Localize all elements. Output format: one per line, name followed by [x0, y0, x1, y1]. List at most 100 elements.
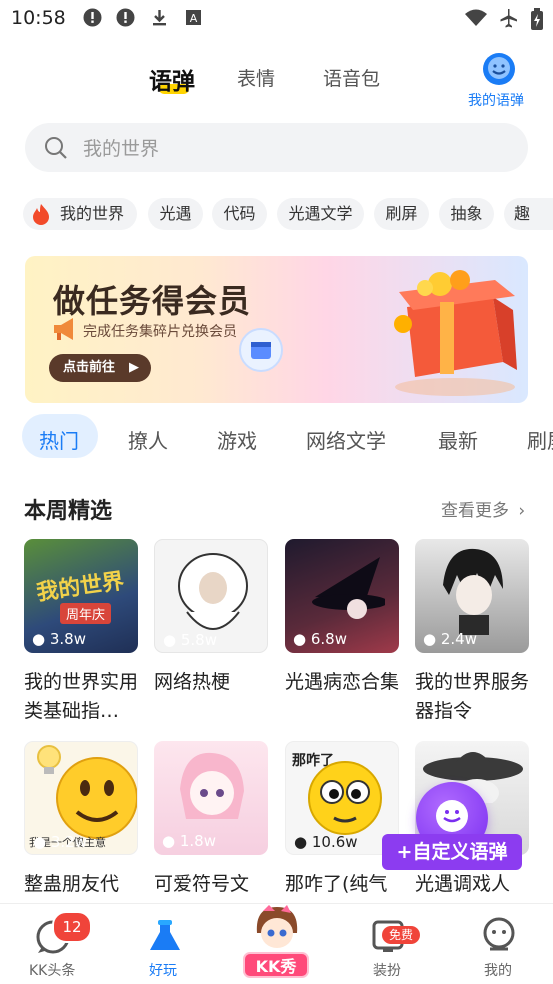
free-badge: 免费 — [382, 926, 420, 944]
anime-boy-illustration — [437, 545, 509, 639]
see-more-label: 查看更多 — [441, 501, 509, 521]
fire-icon — [31, 203, 51, 236]
category-spam: 刷屏 — [527, 429, 553, 453]
chip-guangyu[interactable]: 光遇 — [148, 198, 203, 230]
chip-abstract[interactable]: 抽象 — [439, 198, 494, 230]
card-cover[interactable]: ● 5.8w — [154, 539, 268, 653]
promo-banner[interactable]: 做任务得会员 完成任务集碎片兑换会员 点击前往 ▶ — [25, 256, 528, 403]
chip-label: 我的世界 — [60, 204, 125, 223]
cute-girl-illustration — [176, 749, 248, 837]
user-icon: ● — [293, 630, 307, 648]
nav-label-kk-headline[interactable]: KK头条 — [29, 960, 75, 980]
wifi-icon — [464, 8, 488, 27]
category-latest[interactable]: 最新 — [438, 425, 478, 454]
card-cover[interactable]: 我是一个傻主意 ● 3.2w — [24, 741, 138, 855]
count-value: 6.8w — [310, 630, 347, 648]
chevron-right-icon: › — [518, 501, 526, 521]
count-value: 2.4w — [440, 630, 477, 648]
see-more-link[interactable]: 查看更多 › — [441, 496, 525, 521]
banner-title: 做任务得会员 — [53, 282, 252, 320]
status-bar: 10:58 A — [0, 0, 553, 38]
chip-guangyu-literature[interactable]: 光遇文学 — [277, 198, 364, 230]
my-yudan-button[interactable]: 我的语弹 — [468, 52, 528, 112]
card-caption[interactable]: 整蛊朋友代 — [24, 870, 144, 899]
nav-label-fun[interactable]: 好玩 — [149, 960, 177, 980]
view-count: ● 1.8w — [162, 832, 216, 850]
custom-yudan-button[interactable]: +自定义语弹 — [382, 834, 522, 870]
user-icon: ● — [423, 630, 437, 648]
flask-icon[interactable] — [147, 918, 183, 958]
banner-subtitle: 完成任务集碎片兑换会员 — [83, 324, 237, 340]
airplane-icon — [497, 8, 519, 28]
count-value: 1.8w — [179, 832, 216, 850]
card-caption[interactable]: 光遇调戏人 — [415, 870, 535, 899]
card-cover[interactable]: 我的世界 周年庆 ● 3.8w — [24, 539, 138, 653]
chip-spam[interactable]: 刷屏 — [374, 198, 429, 230]
tab-yudan[interactable]: 语弹 — [149, 62, 195, 96]
status-time: 10:58 — [11, 7, 66, 29]
banner-go-button[interactable]: 点击前往 ▶ — [49, 354, 151, 382]
search-input[interactable]: 我的世界 — [83, 134, 159, 161]
big-eyed-smiley-illustration — [306, 758, 384, 842]
chip-fun[interactable]: 趣 — [504, 198, 553, 230]
count-value: 3.8w — [49, 630, 86, 648]
my-yudan-label: 我的语弹 — [468, 93, 524, 109]
user-icon: ● — [33, 833, 47, 851]
nav-label-mine[interactable]: 我的 — [484, 960, 512, 980]
user-icon: ● — [32, 630, 46, 648]
count-value: 5.8w — [180, 631, 217, 649]
category-hot[interactable]: 热门 — [39, 425, 79, 454]
tab-voice-pack[interactable]: 语音包 — [323, 64, 380, 91]
chip-my-world[interactable]: 我的世界 — [23, 198, 137, 230]
view-count: ● 6.8w — [293, 630, 347, 648]
count-value: 10.6w — [311, 833, 358, 851]
card-caption[interactable]: 那咋了(纯气 — [285, 870, 405, 899]
witch-hat-illustration — [305, 547, 388, 631]
user-icon: ● — [163, 631, 177, 649]
card-caption[interactable]: 网络热梗 — [154, 668, 274, 697]
category-flirt[interactable]: 撩人 — [128, 425, 168, 454]
gift-box-illustration — [385, 262, 525, 401]
yudan-chat-icon — [482, 52, 516, 92]
download-icon — [150, 8, 169, 27]
cover-title: 我的世界 — [35, 568, 126, 606]
battery-icon — [530, 8, 544, 30]
chip-code[interactable]: 代码 — [212, 198, 267, 230]
megaphone-icon — [51, 316, 79, 346]
user-icon: ● — [294, 833, 308, 851]
card-cover[interactable]: ● 1.8w — [154, 741, 268, 855]
smiley-face-illustration — [51, 754, 137, 844]
kk-show-avatar-icon[interactable] — [249, 903, 305, 957]
notification-badge: 12 — [52, 911, 92, 943]
nav-label-kk-show[interactable]: KK秀 — [243, 952, 309, 978]
view-count: ● 2.4w — [423, 630, 477, 648]
view-count: ● 10.6w — [294, 833, 358, 851]
profile-face-icon[interactable] — [482, 917, 516, 959]
category-game[interactable]: 游戏 — [217, 425, 257, 454]
card-cover[interactable]: ● 6.8w — [285, 539, 399, 653]
card-cover[interactable]: ● 2.4w — [415, 539, 529, 653]
card-caption[interactable]: 可爱符号文 — [154, 870, 274, 899]
user-icon: ● — [162, 832, 176, 850]
tab-emoji[interactable]: 表情 — [237, 64, 275, 91]
calendar-badge-icon — [237, 326, 285, 378]
banner-go-label: 点击前往 — [63, 360, 116, 375]
alert-icon — [116, 8, 135, 27]
view-count: ● 3.2w — [33, 833, 87, 851]
view-count: ● 3.8w — [32, 630, 86, 648]
category-web-literature[interactable]: 网络文学 — [306, 425, 386, 454]
section-title: 本周精选 — [24, 499, 113, 524]
search-icon — [44, 136, 68, 164]
card-caption[interactable]: 我的世界实用类基础指… — [24, 668, 144, 726]
view-count: ● 5.8w — [163, 631, 217, 649]
ghost-chat-icon — [434, 798, 470, 838]
svg-text:A: A — [190, 12, 198, 25]
count-value: 3.2w — [50, 833, 87, 851]
font-icon: A — [184, 8, 203, 27]
alert-icon — [83, 8, 102, 27]
category-spam-clip[interactable]: 刷屏 — [527, 425, 553, 453]
card-caption[interactable]: 光遇病恋合集 — [285, 668, 405, 697]
cover-subtitle: 周年庆 — [60, 603, 112, 624]
nav-label-dressup[interactable]: 装扮 — [373, 960, 401, 980]
card-caption[interactable]: 我的世界服务器指令 — [415, 668, 535, 726]
